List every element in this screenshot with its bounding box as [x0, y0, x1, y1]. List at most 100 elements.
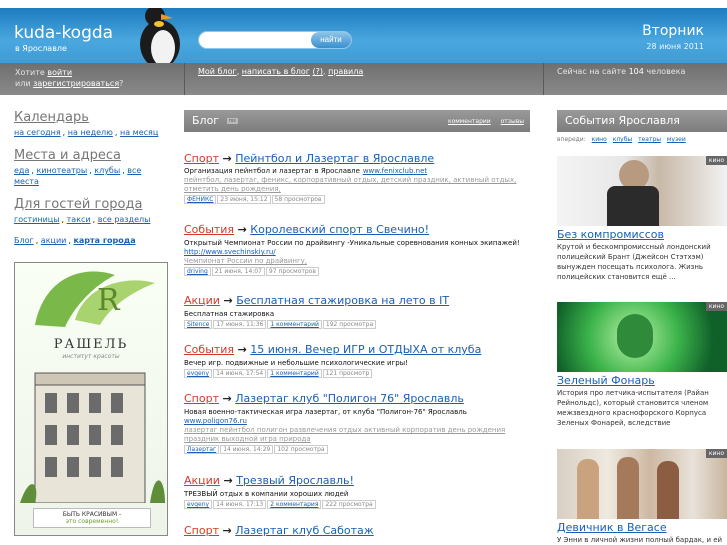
rss-icon[interactable]: rss	[226, 118, 238, 124]
post-category[interactable]: Спорт	[184, 152, 219, 165]
guests-heading[interactable]: Для гостей города	[14, 197, 170, 212]
post-category[interactable]: События	[184, 223, 234, 236]
post-url[interactable]: http://www.svechinskiy.ru/	[184, 248, 534, 257]
map-link[interactable]: карта города	[73, 236, 135, 245]
post-author[interactable]: evgeny	[184, 500, 213, 509]
week-link[interactable]: на неделю	[68, 128, 113, 137]
post-category[interactable]: События	[184, 343, 234, 356]
blog-title: Блог	[192, 114, 220, 127]
post-author[interactable]: ФЕНИКС	[184, 195, 217, 204]
hotels-link[interactable]: гостиницы	[14, 215, 60, 224]
post-category[interactable]: Акции	[184, 294, 220, 307]
post-description: Организация пейнтбол и лазертаг в Яросла…	[184, 167, 360, 175]
tab-kino[interactable]: кино	[592, 136, 607, 143]
city-label[interactable]: в Ярославле	[15, 44, 67, 53]
today-link[interactable]: на сегодня	[14, 128, 61, 137]
post-comments[interactable]: 2 комментария	[267, 500, 322, 509]
login-link[interactable]: войти	[47, 68, 72, 77]
building-illustration	[20, 372, 165, 503]
post-comments[interactable]: 1 комментарий	[267, 320, 322, 329]
post-title[interactable]: Бесплатная стажировка на лето в IT	[236, 294, 449, 307]
rashel-ad-banner[interactable]: R РАШЕЛЬ институт красоты БЫТЬ КРАСИВЫМ …	[14, 262, 168, 536]
post-description: Открытый Чемпионат России по драйвингу -…	[184, 239, 520, 247]
tab-comments[interactable]: комментарии	[448, 118, 491, 125]
all-sections-link[interactable]: все разделы	[98, 215, 151, 224]
post-tags[interactable]: лазертаг пейнтбол полигон развлечения от…	[184, 426, 534, 444]
write-blog-link[interactable]: написать в блог	[242, 67, 310, 76]
places-heading[interactable]: Места и адреса	[14, 148, 170, 163]
arrow-right-icon: →	[223, 474, 233, 487]
clubs-link[interactable]: клубы	[94, 166, 120, 175]
events-tabs: впереди: кино клубы театры музеи	[557, 136, 686, 143]
post-comments[interactable]: 1 комментарий	[267, 369, 322, 378]
tab-theatres[interactable]: театры	[638, 136, 661, 143]
post-author[interactable]: Sitence	[184, 320, 213, 329]
arrow-right-icon: →	[237, 343, 247, 356]
user-bar: Хотите войти или зарегистрироваться? Мой…	[0, 63, 727, 95]
post-tags[interactable]: Чемпионат России по драйвингу,	[184, 257, 534, 266]
arrow-right-icon: →	[222, 392, 232, 405]
post-url[interactable]: www.poligon76.ru	[184, 417, 534, 426]
post-meta: driving 21 июня, 14:07 97 просмотров	[184, 267, 534, 276]
tab-reviews[interactable]: отзывы	[501, 118, 524, 125]
movie-description: История про летчика-испытателя (Райан Ре…	[557, 389, 709, 427]
post-category[interactable]: Спорт	[184, 524, 219, 537]
cinemas-link[interactable]: кинотеатры	[36, 166, 87, 175]
online-counter: Сейчас на сайте 104 человека	[557, 67, 686, 76]
movie-badge: кино	[705, 449, 727, 458]
tab-museums[interactable]: музеи	[667, 136, 686, 143]
tab-clubs[interactable]: клубы	[613, 136, 632, 143]
food-link[interactable]: еда	[14, 166, 29, 175]
login-prompt: Хотите войти или зарегистрироваться?	[15, 68, 124, 88]
penguin-logo-icon	[140, 8, 180, 63]
blog-link[interactable]: Блог	[14, 236, 34, 245]
current-date: 28 июня 2011	[646, 42, 704, 51]
events-header: События Ярославля	[557, 110, 727, 132]
post-description: Новая военно-тактическая игра лазертаг, …	[184, 408, 467, 416]
post-title[interactable]: Пейнтбол и Лазертаг в Ярославле	[235, 152, 434, 165]
blog-header: Блог rss комментарии отзывы	[184, 110, 530, 132]
blog-post: Спорт → Пейнтбол и Лазертаг в Ярославле …	[184, 152, 534, 204]
post-description: Бесплатная стажировка	[184, 310, 275, 318]
movie-poster[interactable]: кино	[557, 449, 727, 519]
post-title[interactable]: Королевский спорт в Свечино!	[250, 223, 429, 236]
arrow-right-icon: →	[237, 223, 247, 236]
post-title[interactable]: Трезвый Ярославль!	[236, 474, 354, 487]
movie-badge: кино	[705, 302, 727, 311]
movie-badge: кино	[705, 156, 727, 165]
movie-description: Крутой и бескомпромиссный лондонский пол…	[557, 243, 711, 281]
movie-poster[interactable]: кино	[557, 156, 727, 226]
taxi-link[interactable]: такси	[67, 215, 91, 224]
ad-brand: РАШЕЛЬ	[53, 337, 129, 352]
arrow-right-icon: →	[223, 294, 233, 307]
post-title[interactable]: 15 июня. Вечер ИГР и ОТДЫХА от клуба	[250, 343, 481, 356]
post-author[interactable]: Лазертаг	[184, 445, 220, 454]
post-title[interactable]: Лазертаг клуб "Полигон 76" Ярославль	[235, 392, 464, 405]
movie-poster[interactable]: кино	[557, 302, 727, 372]
places-links: еда, кинотеатры, клубы, все места	[14, 166, 142, 186]
calendar-heading[interactable]: Календарь	[14, 110, 170, 125]
post-title[interactable]: Лазертаг клуб Саботаж	[235, 524, 374, 537]
post-author[interactable]: driving	[184, 267, 211, 276]
movie-title[interactable]: Без компромиссов	[557, 228, 664, 241]
blog-post: Акции → Бесплатная стажировка на лето в …	[184, 294, 534, 329]
post-meta: ФЕНИКС 23 июня, 15:12 58 просмотров	[184, 195, 534, 204]
movie-title[interactable]: Зеленый Фонарь	[557, 374, 655, 387]
rules-link[interactable]: правила	[328, 67, 363, 76]
my-blog-link[interactable]: Мой блог	[198, 67, 237, 76]
ad-tagline: БЫТЬ КРАСИВЫМ - это современно!	[33, 508, 151, 528]
ad-subtitle: институт красоты	[62, 353, 120, 360]
post-tags[interactable]: пейнтбол, лазертаг, феникс, корпоративны…	[184, 176, 534, 194]
blog-post: Акции → Трезвый Ярославль! ТРЕЗВЫЙ отдых…	[184, 474, 534, 509]
post-author[interactable]: evgeny	[184, 369, 213, 378]
site-logo[interactable]: kuda-kogda	[14, 23, 113, 43]
help-link[interactable]: (?)	[313, 67, 324, 76]
post-url[interactable]: www.fenixclub.net	[363, 167, 427, 175]
month-link[interactable]: на месяц	[120, 128, 158, 137]
register-link[interactable]: зарегистрироваться	[33, 79, 119, 88]
search-button[interactable]: найти	[311, 32, 351, 48]
movie-title[interactable]: Девичник в Вегасе	[557, 521, 667, 534]
post-category[interactable]: Акции	[184, 474, 220, 487]
post-category[interactable]: Спорт	[184, 392, 219, 405]
actions-link[interactable]: акции	[41, 236, 67, 245]
